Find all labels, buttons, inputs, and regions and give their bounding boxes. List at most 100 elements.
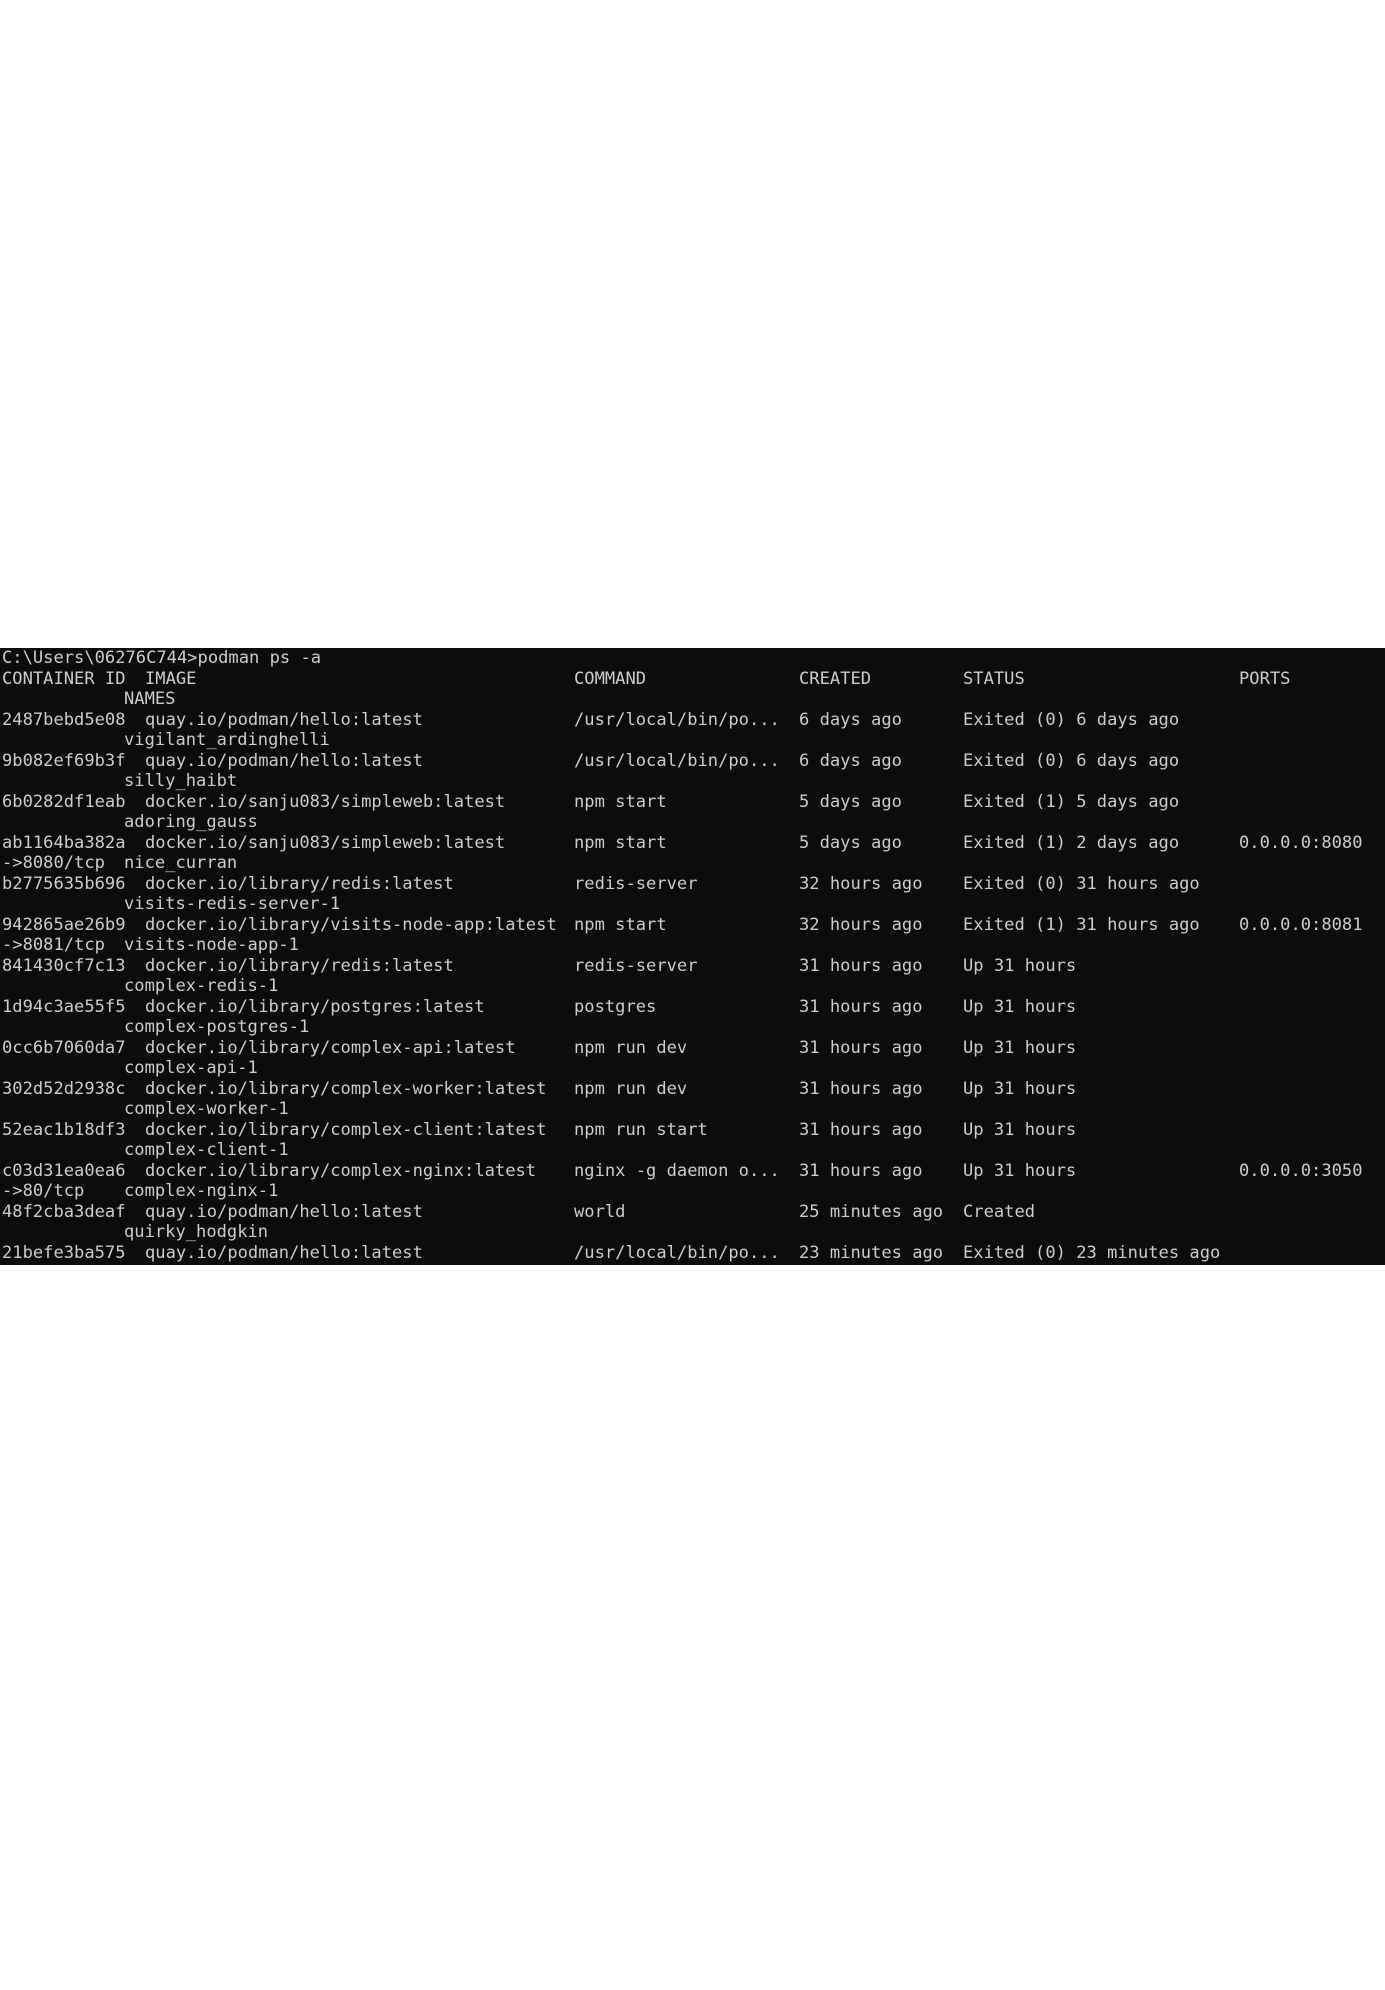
- cell-container-id: 0cc6b7060da7: [2, 1037, 126, 1058]
- cell-names: complex-redis-1: [124, 976, 279, 996]
- table-row: 302d52d2938c docker.io/library/complex-wo…: [0, 1079, 1385, 1100]
- cell-ports: 0.0.0.0:8080: [1239, 832, 1363, 853]
- cell-ports-wrap: ->80/tcp: [2, 1181, 85, 1201]
- cell-names: quirky_hodgkin: [124, 1222, 269, 1242]
- table-row-wrap: vigilant_ardinghelli: [0, 730, 1385, 751]
- cell-command: npm start: [574, 791, 667, 812]
- table-header-wrap-row: NAMES: [0, 689, 1385, 710]
- cell-status: Exited (0) 6 days ago: [963, 709, 1180, 730]
- cell-command: postgres: [574, 996, 657, 1017]
- cell-status: Exited (1) 31 hours ago: [963, 914, 1200, 935]
- table-header-row: CONTAINER ID IMAGE COMMAND CREATED STATU…: [0, 669, 1385, 690]
- cell-command: /usr/local/bin/po...: [574, 750, 780, 771]
- cell-container-id: 841430cf7c13: [2, 955, 126, 976]
- cell-names: complex-postgres-1: [124, 1017, 310, 1037]
- cell-image: docker.io/library/visits-node-app:latest: [145, 914, 557, 935]
- table-row: 9b082ef69b3f quay.io/podman/hello:latest /…: [0, 751, 1385, 772]
- header-names: NAMES: [124, 689, 176, 709]
- cell-image: quay.io/podman/hello:latest: [145, 1242, 423, 1263]
- cell-command: npm run start: [574, 1119, 708, 1140]
- screenshot-page: C:\Users\06276C744>podman ps -a CONTAINE…: [0, 0, 1385, 1990]
- cell-image: docker.io/library/complex-worker:latest: [145, 1078, 547, 1099]
- cell-command: /usr/local/bin/po...: [574, 1242, 780, 1263]
- cell-container-id: b2775635b696: [2, 873, 126, 894]
- table-row-wrap: adoring_gauss: [0, 812, 1385, 833]
- table-row: 6b0282df1eab docker.io/sanju083/simpleweb…: [0, 792, 1385, 813]
- table-row-wrap: [0, 1263, 1385, 1265]
- cell-container-id: 942865ae26b9: [2, 914, 126, 935]
- cell-created: 31 hours ago: [799, 1160, 923, 1181]
- cell-container-id: 48f2cba3deaf: [2, 1201, 126, 1222]
- cell-names: vigilant_ardinghelli: [124, 730, 330, 750]
- header-container-id: CONTAINER ID: [2, 668, 126, 689]
- cell-container-id: 6b0282df1eab: [2, 791, 126, 812]
- cell-created: 32 hours ago: [799, 873, 923, 894]
- cell-status: Up 31 hours: [963, 1119, 1077, 1140]
- table-row: 48f2cba3deaf quay.io/podman/hello:latest w…: [0, 1202, 1385, 1223]
- cell-created: 23 minutes ago: [799, 1242, 944, 1263]
- table-row: 841430cf7c13 docker.io/library/redis:late…: [0, 956, 1385, 977]
- table-row-wrap: ->8081/tcp visits-node-app-1: [0, 935, 1385, 956]
- cell-status: Exited (0) 23 minutes ago: [963, 1242, 1221, 1263]
- cell-ports: 0.0.0.0:8081: [1239, 914, 1363, 935]
- cell-names: adoring_gauss: [124, 812, 258, 832]
- table-row-wrap: ->8080/tcp nice_curran: [0, 853, 1385, 874]
- cell-names: silly_haibt: [124, 771, 238, 791]
- cell-created: 31 hours ago: [799, 1037, 923, 1058]
- table-row-wrap: quirky_hodgkin: [0, 1222, 1385, 1243]
- table-row: 0cc6b7060da7 docker.io/library/complex-ap…: [0, 1038, 1385, 1059]
- cell-image: docker.io/sanju083/simpleweb:latest: [145, 791, 506, 812]
- cell-status: Up 31 hours: [963, 996, 1077, 1017]
- cell-names: complex-nginx-1: [124, 1181, 279, 1201]
- header-command: COMMAND: [574, 668, 647, 689]
- table-row: 1d94c3ae55f5 docker.io/library/postgres:l…: [0, 997, 1385, 1018]
- cell-command: npm start: [574, 914, 667, 935]
- cell-created: 31 hours ago: [799, 996, 923, 1017]
- cell-command: npm run dev: [574, 1037, 688, 1058]
- cell-command: /usr/local/bin/po...: [574, 709, 780, 730]
- cell-created: 31 hours ago: [799, 1078, 923, 1099]
- cell-ports-wrap: ->8081/tcp: [2, 935, 105, 955]
- cell-image: docker.io/library/complex-nginx:latest: [145, 1160, 537, 1181]
- cell-created: 31 hours ago: [799, 955, 923, 976]
- cell-command: nginx -g daemon o...: [574, 1160, 780, 1181]
- cell-names: complex-worker-1: [124, 1099, 289, 1119]
- table-row-wrap: complex-redis-1: [0, 976, 1385, 997]
- cell-status: Up 31 hours: [963, 1078, 1077, 1099]
- table-row: 2487bebd5e08 quay.io/podman/hello:latest /…: [0, 710, 1385, 731]
- cell-status: Exited (1) 5 days ago: [963, 791, 1180, 812]
- cell-command: world: [574, 1201, 626, 1222]
- cell-image: docker.io/library/redis:latest: [145, 955, 454, 976]
- cell-status: Up 31 hours: [963, 955, 1077, 976]
- cell-status: Up 31 hours: [963, 1160, 1077, 1181]
- cell-container-id: 1d94c3ae55f5: [2, 996, 126, 1017]
- header-created: CREATED: [799, 668, 872, 689]
- cell-names: visits-node-app-1: [124, 935, 299, 955]
- table-row-wrap: complex-postgres-1: [0, 1017, 1385, 1038]
- cell-ports-wrap: ->8080/tcp: [2, 853, 105, 873]
- cell-status: Exited (0) 6 days ago: [963, 750, 1180, 771]
- cell-status: Created: [963, 1201, 1036, 1222]
- table-row-wrap: complex-worker-1: [0, 1099, 1385, 1120]
- table-row-wrap: complex-client-1: [0, 1140, 1385, 1161]
- cell-image: quay.io/podman/hello:latest: [145, 750, 423, 771]
- cell-container-id: 21befe3ba575: [2, 1242, 126, 1263]
- cell-ports: 0.0.0.0:3050: [1239, 1160, 1363, 1181]
- cell-names: complex-api-1: [124, 1058, 258, 1078]
- cell-created: 32 hours ago: [799, 914, 923, 935]
- cell-container-id: 52eac1b18df3: [2, 1119, 126, 1140]
- cell-image: docker.io/sanju083/simpleweb:latest: [145, 832, 506, 853]
- table-row-wrap: silly_haibt: [0, 771, 1385, 792]
- table-row: b2775635b696 docker.io/library/redis:late…: [0, 874, 1385, 895]
- table-row-wrap: complex-api-1: [0, 1058, 1385, 1079]
- terminal-window[interactable]: C:\Users\06276C744>podman ps -a CONTAINE…: [0, 648, 1385, 1265]
- cell-status: Exited (1) 2 days ago: [963, 832, 1180, 853]
- container-list: 2487bebd5e08 quay.io/podman/hello:latest /…: [0, 710, 1385, 1266]
- cell-container-id: c03d31ea0ea6: [2, 1160, 126, 1181]
- table-row: c03d31ea0ea6 docker.io/library/complex-ng…: [0, 1161, 1385, 1182]
- cell-image: docker.io/library/complex-client:latest: [145, 1119, 547, 1140]
- cell-status: Exited (0) 31 hours ago: [963, 873, 1200, 894]
- cell-command: redis-server: [574, 873, 698, 894]
- cell-names: complex-client-1: [124, 1140, 289, 1160]
- table-row: 52eac1b18df3 docker.io/library/complex-cl…: [0, 1120, 1385, 1141]
